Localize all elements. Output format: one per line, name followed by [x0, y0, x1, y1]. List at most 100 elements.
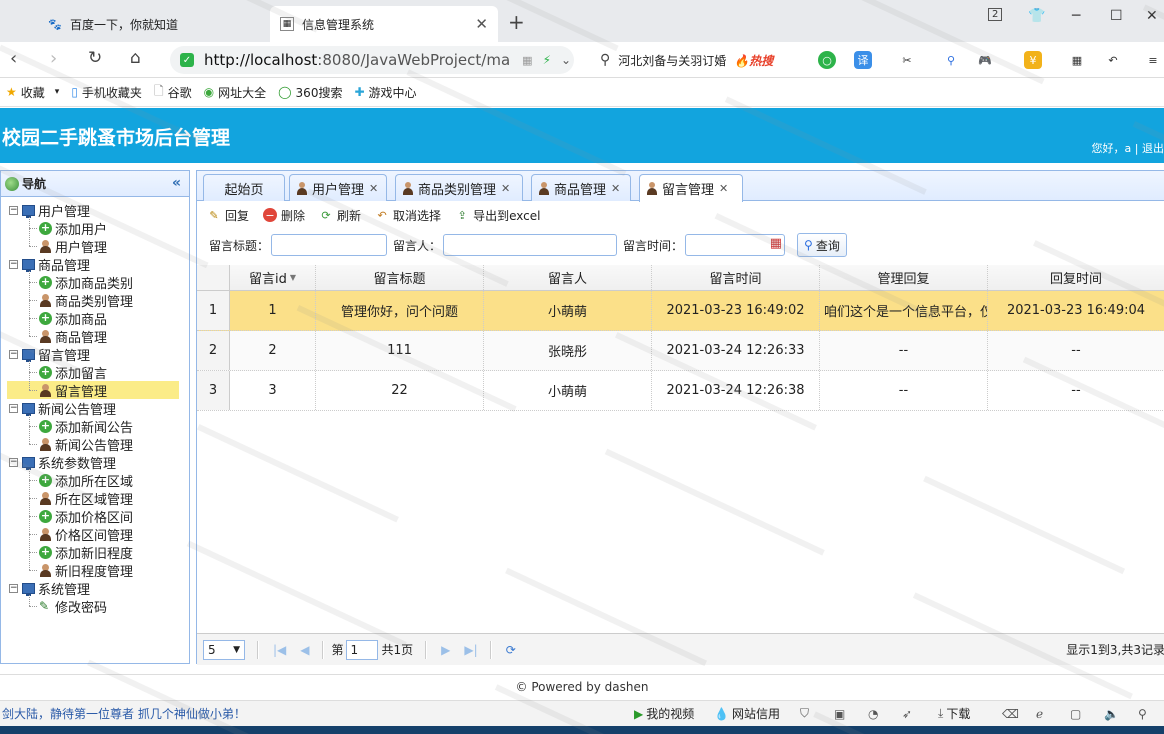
- wallet-icon[interactable]: ¥: [1024, 51, 1042, 69]
- page-number-input[interactable]: 1: [345, 639, 378, 660]
- back-icon[interactable]: ‹: [10, 48, 17, 69]
- collapse-toggle-icon[interactable]: −: [9, 583, 18, 593]
- sidebar-item[interactable]: 新闻公告管理: [39, 435, 133, 454]
- shirt-skin-icon[interactable]: 👕: [1028, 8, 1045, 24]
- last-page-icon[interactable]: ▶|: [464, 643, 477, 657]
- menu-icon[interactable]: ≡: [1144, 51, 1162, 69]
- reload-page-icon[interactable]: ⟳: [506, 643, 516, 657]
- sidebar-item[interactable]: 所在区域管理: [39, 489, 133, 508]
- qr-icon[interactable]: ▦: [522, 54, 532, 67]
- table-row[interactable]: 3 3 22 小萌萌 2021-03-24 12:26:38 -- --: [197, 371, 1164, 411]
- close-window-icon[interactable]: ✕: [1146, 8, 1158, 24]
- home-icon[interactable]: ⌂: [130, 48, 141, 68]
- col-header-person[interactable]: 留言人: [484, 265, 652, 290]
- minimize-icon[interactable]: ─: [1072, 8, 1080, 24]
- translate-icon[interactable]: 译: [854, 51, 872, 69]
- close-icon[interactable]: ✕: [369, 182, 378, 195]
- browser-tab-baidu[interactable]: 🐾 百度一下，你就知道: [38, 6, 266, 42]
- col-header-title[interactable]: 留言标题: [316, 265, 484, 290]
- sidebar-item[interactable]: 价格区间管理: [39, 525, 133, 544]
- chevron-down-icon[interactable]: ⌄: [561, 53, 571, 67]
- sidebar-item[interactable]: 商品管理: [39, 327, 107, 346]
- game-icon[interactable]: 🎮: [976, 51, 994, 69]
- refresh-button[interactable]: ⟳ 刷新: [319, 207, 361, 224]
- zoom-icon[interactable]: ⚲: [1138, 707, 1147, 721]
- reload-icon[interactable]: ↻: [88, 48, 102, 68]
- tab-message-manage[interactable]: 留言管理 ✕: [639, 174, 743, 202]
- undo-icon[interactable]: ↶: [1104, 51, 1122, 69]
- sidebar-item[interactable]: + 添加商品类别: [39, 273, 133, 292]
- nav-group-3[interactable]: − 新闻公告管理: [9, 399, 116, 418]
- speaker-icon[interactable]: 🔈: [1104, 707, 1119, 721]
- first-page-icon[interactable]: |◀: [273, 643, 286, 657]
- rocket-icon[interactable]: ➶: [902, 707, 912, 721]
- sidebar-item[interactable]: + 添加留言: [39, 363, 107, 382]
- collapse-icon[interactable]: «: [172, 175, 181, 191]
- tab-user-manage[interactable]: 用户管理 ✕: [289, 174, 387, 201]
- shield-icon[interactable]: ⛉: [800, 706, 809, 721]
- nav-group-0[interactable]: − 用户管理: [9, 201, 90, 220]
- new-tab-button[interactable]: +: [508, 10, 525, 34]
- title-filter-input[interactable]: [271, 234, 388, 256]
- sidebar-item[interactable]: + 添加价格区间: [39, 507, 133, 526]
- bookmark-games[interactable]: ✚ 游戏中心: [354, 84, 416, 101]
- collapse-toggle-icon[interactable]: −: [9, 349, 18, 359]
- collapse-toggle-icon[interactable]: −: [9, 403, 18, 413]
- sidebar-item[interactable]: 新旧程度管理: [39, 561, 133, 580]
- maximize-icon[interactable]: ☐: [1110, 8, 1123, 24]
- nav-group-5[interactable]: − 系统管理: [9, 579, 90, 598]
- wechat-icon[interactable]: ○: [818, 51, 836, 69]
- search-box[interactable]: ⚲ 河北刘备与关羽订婚 🔥热搜: [594, 46, 800, 74]
- bookmark-360[interactable]: ◯ 360搜索: [278, 84, 342, 101]
- user-greeting-logout[interactable]: 您好，a | 退出: [1092, 140, 1164, 156]
- collapse-toggle-icon[interactable]: −: [9, 205, 18, 215]
- sidebar-item[interactable]: ✎ 修改密码: [39, 597, 107, 616]
- site-credit-button[interactable]: 💧 网站信用: [714, 705, 780, 722]
- status-news-text[interactable]: 剑大陆，静待第一位尊者 抓几个神仙做小弟！: [2, 705, 246, 722]
- sidebar-item[interactable]: + 添加新旧程度: [39, 543, 133, 562]
- delete-button[interactable]: − 删除: [263, 207, 305, 224]
- close-tab-icon[interactable]: ✕: [475, 15, 488, 33]
- prev-page-icon[interactable]: ◀: [300, 643, 309, 657]
- sidebar-item[interactable]: + 添加所在区域: [39, 471, 133, 490]
- table-row[interactable]: 2 2 111 张晓彤 2021-03-24 12:26:33 -- --: [197, 331, 1164, 371]
- lightning-icon[interactable]: ⚡: [543, 53, 551, 67]
- url-field[interactable]: ✓ http://localhost:8080/JavaWebProject/m…: [170, 46, 574, 74]
- close-icon[interactable]: ✕: [719, 182, 728, 195]
- sidebar-item[interactable]: 商品类别管理: [39, 291, 133, 310]
- my-video-button[interactable]: ▶ 我的视频: [634, 705, 694, 722]
- tab-category-manage[interactable]: 商品类别管理 ✕: [395, 174, 523, 201]
- reply-button[interactable]: ✎ 回复: [207, 207, 249, 224]
- search-button[interactable]: ⚲ 查询: [797, 233, 847, 257]
- col-header-reply[interactable]: 管理回复: [820, 265, 988, 290]
- sidebar-item[interactable]: + 添加商品: [39, 309, 107, 328]
- tab-count-badge[interactable]: 2: [988, 8, 1003, 21]
- image-icon[interactable]: ▣: [834, 707, 845, 721]
- table-row[interactable]: 1 1 管理你好，问个问题 小萌萌 2021-03-23 16:49:02 咱们这个是一个…: [197, 291, 1164, 331]
- forward-icon[interactable]: ›: [50, 48, 57, 69]
- cleanup-icon[interactable]: ⌫: [1002, 707, 1019, 721]
- bookmark-mobile[interactable]: ▯ 手机收藏夹: [71, 84, 142, 101]
- unselect-button[interactable]: ↶ 取消选择: [375, 207, 441, 224]
- window-icon[interactable]: ▢: [1070, 707, 1081, 721]
- hot-search-badge[interactable]: 🔥热搜: [734, 52, 773, 69]
- tab-goods-manage[interactable]: 商品管理 ✕: [531, 174, 631, 201]
- bookmark-favorites[interactable]: ★ 收藏 ▾: [6, 84, 59, 101]
- nav-group-4[interactable]: − 系统参数管理: [9, 453, 116, 472]
- close-icon[interactable]: ✕: [611, 182, 620, 195]
- col-header-time[interactable]: 留言时间: [652, 265, 820, 290]
- collapse-toggle-icon[interactable]: −: [9, 259, 18, 269]
- speed-icon[interactable]: ◔: [868, 707, 878, 721]
- time-filter-input[interactable]: ▦: [685, 234, 786, 256]
- sidebar-item[interactable]: 用户管理: [39, 237, 107, 256]
- sidebar-item[interactable]: + 添加用户: [39, 219, 107, 238]
- calendar-icon[interactable]: ▦: [770, 236, 782, 251]
- next-page-icon[interactable]: ▶: [441, 643, 450, 657]
- apps-grid-icon[interactable]: ▦: [1068, 51, 1086, 69]
- page-size-select[interactable]: 5 ▼: [203, 639, 245, 660]
- bookmark-hao[interactable]: ◉ 网址大全: [204, 84, 267, 101]
- nav-group-1[interactable]: − 商品管理: [9, 255, 90, 274]
- export-excel-button[interactable]: ⇪ 导出到excel: [455, 207, 540, 224]
- magnifier-icon[interactable]: ⚲: [942, 51, 960, 69]
- collapse-toggle-icon[interactable]: −: [9, 457, 18, 467]
